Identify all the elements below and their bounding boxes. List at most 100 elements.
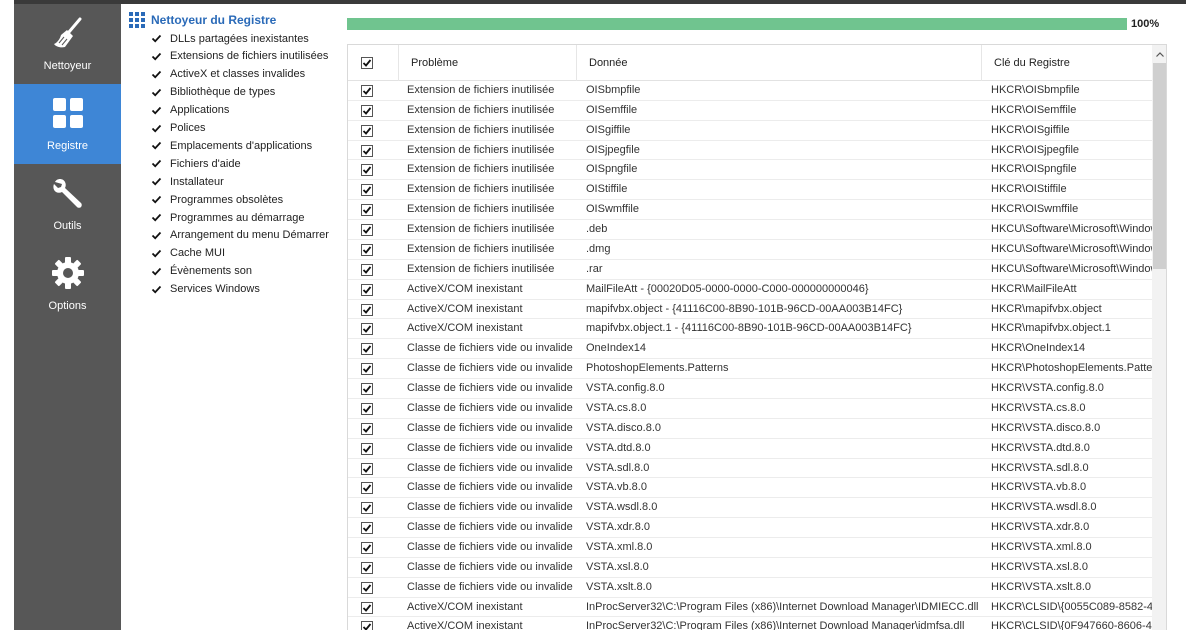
tree-item[interactable]: Fichiers d'aide — [151, 155, 241, 172]
header-select-all[interactable] — [348, 45, 399, 81]
tree-item[interactable]: Applications — [151, 102, 229, 119]
cell-data: mapifvbx.object.1 - {41116C00-8B90-101B-… — [586, 322, 912, 335]
row-checkbox[interactable] — [361, 141, 375, 160]
table-row[interactable]: ActiveX/COM inexistant mapifvbx.object.1 … — [348, 319, 1152, 340]
row-checkbox[interactable] — [361, 558, 375, 577]
nav-item-options[interactable]: Options — [14, 244, 121, 324]
tree-title[interactable]: Nettoyeur du Registre — [129, 12, 276, 28]
table-row[interactable]: Extension de fichiers inutilisée OISbmpfi… — [348, 81, 1152, 101]
row-checkbox[interactable] — [361, 220, 375, 239]
scroll-thumb[interactable] — [1153, 63, 1166, 269]
table-row[interactable]: Extension de fichiers inutilisée OISpngfi… — [348, 160, 1152, 181]
row-checkbox[interactable] — [361, 399, 375, 418]
tree-item[interactable]: Polices — [151, 120, 205, 137]
checkbox-checked-icon — [361, 482, 373, 495]
row-checkbox[interactable] — [361, 200, 375, 219]
row-checkbox[interactable] — [361, 260, 375, 279]
table-row[interactable]: ActiveX/COM inexistant mapifvbx.object - … — [348, 300, 1152, 320]
nav-item-outils[interactable]: Outils — [14, 164, 121, 244]
cell-data: .rar — [586, 262, 603, 275]
tree-item[interactable]: Services Windows — [151, 281, 260, 298]
tree-item[interactable]: ActiveX et classes invalides — [151, 66, 305, 83]
row-checkbox[interactable] — [361, 439, 375, 458]
table-row[interactable]: Classe de fichiers vide ou invalide VSTA.… — [348, 578, 1152, 598]
scroll-up-button[interactable] — [1152, 45, 1166, 63]
row-checkbox[interactable] — [361, 538, 375, 557]
table-row[interactable]: Classe de fichiers vide ou invalide Photo… — [348, 359, 1152, 380]
table-row[interactable]: Extension de fichiers inutilisée .dmg HKCU… — [348, 240, 1152, 260]
tree-item[interactable]: Programmes obsolètes — [151, 191, 283, 208]
registry-grid-icon — [129, 12, 145, 28]
tree-item[interactable]: Bibliothèque de types — [151, 84, 275, 101]
table-row[interactable]: Classe de fichiers vide ou invalide VSTA.… — [348, 478, 1152, 499]
tree-item-label: Programmes au démarrage — [170, 211, 305, 224]
row-checkbox[interactable] — [361, 598, 375, 617]
table-row[interactable]: Classe de fichiers vide ou invalide VSTA.… — [348, 439, 1152, 459]
row-checkbox[interactable] — [361, 379, 375, 398]
tree-item[interactable]: Installateur — [151, 173, 224, 190]
cell-problem: ActiveX/COM inexistant — [407, 620, 523, 630]
table-row[interactable]: Classe de fichiers vide ou invalide VSTA.… — [348, 459, 1152, 479]
table-row[interactable]: Extension de fichiers inutilisée OISwmffi… — [348, 200, 1152, 221]
row-checkbox[interactable] — [361, 459, 375, 478]
cell-registry-key: HKCR\VSTA.vb.8.0 — [991, 481, 1087, 494]
table-row[interactable]: Extension de fichiers inutilisée .deb HKCU… — [348, 220, 1152, 240]
tree-item[interactable]: DLLs partagées inexistantes — [151, 30, 309, 47]
table-row[interactable]: Classe de fichiers vide ou invalide VSTA.… — [348, 379, 1152, 399]
table-row[interactable]: Classe de fichiers vide ou invalide VSTA.… — [348, 399, 1152, 419]
table-row[interactable]: ActiveX/COM inexistant InProcServer32\C:\… — [348, 598, 1152, 618]
row-checkbox[interactable] — [361, 121, 375, 140]
row-checkbox[interactable] — [361, 419, 375, 438]
row-checkbox[interactable] — [361, 280, 375, 299]
table-row[interactable]: Extension de fichiers inutilisée OISjpegf… — [348, 141, 1152, 161]
cell-data: MailFileAtt - {00020D05-0000-0000-C000-0… — [586, 282, 869, 295]
tree-item-label: Extensions de fichiers inutilisées — [170, 50, 329, 63]
row-checkbox[interactable] — [361, 578, 375, 597]
row-checkbox[interactable] — [361, 300, 375, 319]
cell-data: OISwmffile — [586, 203, 639, 216]
vertical-scrollbar[interactable] — [1152, 45, 1166, 630]
table-row[interactable]: Classe de fichiers vide ou invalide OneIn… — [348, 339, 1152, 360]
cell-registry-key: HKCR\mapifvbx.object — [991, 302, 1102, 315]
row-checkbox[interactable] — [361, 81, 375, 100]
row-checkbox[interactable] — [361, 478, 375, 497]
tree-item[interactable]: Cache MUI — [151, 245, 225, 262]
tree-item[interactable]: Extensions de fichiers inutilisées — [151, 48, 328, 65]
tree-item[interactable]: Emplacements d'applications — [151, 137, 312, 154]
table-row[interactable]: Extension de fichiers inutilisée OISemffi… — [348, 101, 1152, 121]
row-checkbox[interactable] — [361, 160, 375, 179]
row-checkbox[interactable] — [361, 339, 375, 358]
table-row[interactable]: Extension de fichiers inutilisée .rar HKCU… — [348, 260, 1152, 280]
row-checkbox[interactable] — [361, 319, 375, 338]
header-data[interactable]: Donnée — [577, 45, 982, 81]
table-row[interactable]: Classe de fichiers vide ou invalide VSTA.… — [348, 498, 1152, 519]
cell-registry-key: HKCR\mapifvbx.object.1 — [991, 322, 1111, 335]
checkbox-checked-icon — [361, 402, 373, 415]
table-row[interactable]: ActiveX/COM inexistant MailFileAtt - {000… — [348, 280, 1152, 300]
row-checkbox[interactable] — [361, 180, 375, 199]
row-checkbox[interactable] — [361, 617, 375, 630]
table-row[interactable]: Extension de fichiers inutilisée OISgiffi… — [348, 121, 1152, 141]
cell-problem: Classe de fichiers vide ou invalide — [407, 580, 573, 593]
table-row[interactable]: Classe de fichiers vide ou invalide VSTA.… — [348, 538, 1152, 558]
header-problem[interactable]: Problème — [399, 45, 577, 81]
nav-item-registre[interactable]: Registre — [14, 84, 121, 164]
row-checkbox[interactable] — [361, 518, 375, 537]
table-row[interactable]: Classe de fichiers vide ou invalide VSTA.… — [348, 518, 1152, 538]
row-checkbox[interactable] — [361, 240, 375, 259]
cell-registry-key: HKCR\VSTA.xml.8.0 — [991, 541, 1092, 553]
checkbox-checked-icon — [361, 323, 373, 336]
nav-item-nettoyeur[interactable]: Nettoyeur — [14, 4, 121, 84]
row-checkbox[interactable] — [361, 101, 375, 120]
table-row[interactable]: Classe de fichiers vide ou invalide VSTA.… — [348, 558, 1152, 578]
tree-item[interactable]: Évènements son — [151, 263, 252, 280]
tree-item[interactable]: Programmes au démarrage — [151, 209, 305, 226]
table-row[interactable]: Classe de fichiers vide ou invalide VSTA.… — [348, 419, 1152, 439]
row-checkbox[interactable] — [361, 359, 375, 378]
table-row[interactable]: ActiveX/COM inexistant InProcServer32\C:\… — [348, 617, 1152, 630]
header-registry-key[interactable]: Clé du Registre — [982, 45, 1152, 81]
cell-problem: ActiveX/COM inexistant — [407, 302, 523, 315]
row-checkbox[interactable] — [361, 498, 375, 517]
tree-item[interactable]: Arrangement du menu Démarrer — [151, 227, 329, 244]
table-row[interactable]: Extension de fichiers inutilisée OIStiffi… — [348, 180, 1152, 201]
